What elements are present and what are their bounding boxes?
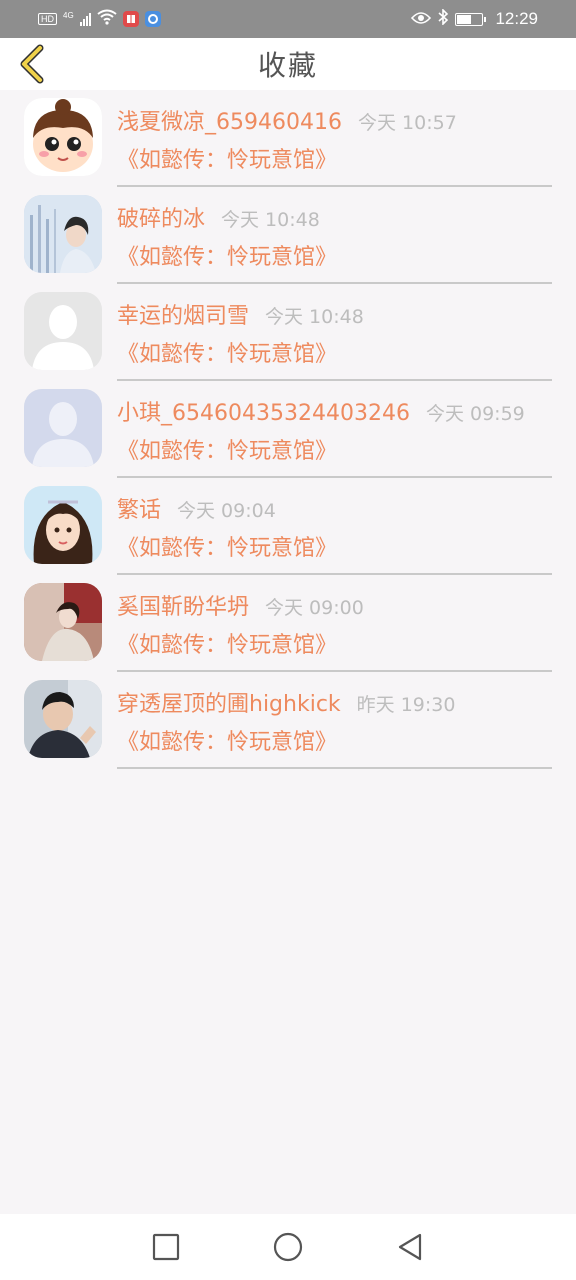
book-app-icon	[122, 11, 139, 27]
home-button[interactable]	[271, 1230, 305, 1264]
timestamp: 今天 09:04	[177, 500, 276, 522]
list-item[interactable]: 幸运的烟司雪 今天 10:48 《如懿传：怜玩意馆》	[0, 284, 576, 381]
user-name[interactable]: 破碎的冰	[117, 201, 205, 233]
item-text: 繁话 今天 09:04 《如懿传：怜玩意馆》	[117, 492, 552, 562]
recent-apps-button[interactable]	[149, 1230, 183, 1264]
hd-indicator: HD	[38, 13, 57, 25]
list-item[interactable]: 穿透屋顶的圃highkick 昨天 19:30 《如懿传：怜玩意馆》	[0, 672, 576, 769]
system-back-button[interactable]	[393, 1230, 427, 1264]
item-text: 破碎的冰 今天 10:48 《如懿传：怜玩意馆》	[117, 201, 552, 271]
item-header: 浅夏微凉_659460416 今天 10:57	[117, 104, 552, 136]
clock: 12:29	[495, 9, 538, 28]
item-text: 浅夏微凉_659460416 今天 10:57 《如懿传：怜玩意馆》	[117, 104, 552, 174]
book-title[interactable]: 《如懿传：怜玩意馆》	[117, 627, 552, 659]
user-name[interactable]: 幸运的烟司雪	[117, 298, 249, 330]
back-button[interactable]	[10, 42, 54, 86]
timestamp: 今天 09:00	[265, 597, 364, 619]
square-icon	[152, 1233, 180, 1261]
costume-painting-avatar[interactable]	[24, 583, 102, 661]
circle-icon	[273, 1232, 303, 1262]
illustrated-girl-avatar[interactable]	[24, 486, 102, 564]
item-header: 奚国靳盼华坍 今天 09:00	[117, 589, 552, 621]
item-text: 穿透屋顶的圃highkick 昨天 19:30 《如懿传：怜玩意馆》	[117, 686, 552, 756]
triangle-back-icon	[398, 1233, 422, 1261]
user-name[interactable]: 繁话	[117, 492, 161, 524]
eye-icon	[411, 10, 432, 29]
user-name[interactable]: 奚国靳盼华坍	[117, 589, 249, 621]
wifi-icon	[97, 9, 117, 29]
list-item[interactable]: 繁话 今天 09:04 《如懿传：怜玩意馆》	[0, 478, 576, 575]
item-header: 繁话 今天 09:04	[117, 492, 552, 524]
book-title[interactable]: 《如懿传：怜玩意馆》	[117, 336, 552, 368]
cartoon-girl-avatar[interactable]	[24, 98, 102, 176]
status-right: 12:29	[411, 8, 538, 29]
user-name[interactable]: 穿透屋顶的圃highkick	[117, 686, 341, 718]
timestamp: 今天 10:48	[265, 306, 364, 328]
item-text: 小琪_65460435324403246 今天 09:59 《如懿传：怜玩意馆》	[117, 395, 552, 465]
list-item[interactable]: 小琪_65460435324403246 今天 09:59 《如懿传：怜玩意馆》	[0, 381, 576, 478]
man-photo-avatar[interactable]	[24, 680, 102, 758]
status-left: HD 4G	[38, 9, 161, 29]
divider	[117, 767, 552, 769]
item-header: 破碎的冰 今天 10:48	[117, 201, 552, 233]
system-nav-bar	[0, 1214, 576, 1280]
network-type: 4G	[63, 11, 74, 20]
costume-photo-avatar[interactable]	[24, 195, 102, 273]
list-item[interactable]: 浅夏微凉_659460416 今天 10:57 《如懿传：怜玩意馆》	[0, 90, 576, 187]
book-title[interactable]: 《如懿传：怜玩意馆》	[117, 433, 552, 465]
user-name[interactable]: 小琪_65460435324403246	[117, 395, 410, 427]
page-title: 收藏	[257, 49, 318, 82]
timestamp: 今天 09:59	[425, 403, 525, 425]
timestamp: 昨天 19:30	[356, 694, 456, 716]
book-title[interactable]: 《如懿传：怜玩意馆》	[117, 142, 552, 174]
timestamp: 今天 10:57	[357, 112, 457, 134]
user-name[interactable]: 浅夏微凉_659460416	[117, 104, 342, 136]
favorites-list: 浅夏微凉_659460416 今天 10:57 《如懿传：怜玩意馆》 破碎的冰 …	[0, 90, 576, 769]
default-gray-avatar[interactable]	[24, 292, 102, 370]
battery-icon	[455, 12, 487, 26]
default-blue-avatar[interactable]	[24, 389, 102, 467]
item-header: 小琪_65460435324403246 今天 09:59	[117, 395, 552, 427]
book-title[interactable]: 《如懿传：怜玩意馆》	[117, 530, 552, 562]
list-item[interactable]: 破碎的冰 今天 10:48 《如懿传：怜玩意馆》	[0, 187, 576, 284]
book-title[interactable]: 《如懿传：怜玩意馆》	[117, 724, 552, 756]
timestamp: 今天 10:48	[221, 209, 320, 231]
status-bar: HD 4G 12:29	[0, 0, 576, 38]
header: 收藏	[0, 38, 576, 90]
bluetooth-icon	[437, 8, 449, 29]
item-header: 幸运的烟司雪 今天 10:48	[117, 298, 552, 330]
item-text: 奚国靳盼华坍 今天 09:00 《如懿传：怜玩意馆》	[117, 589, 552, 659]
browser-app-icon	[144, 11, 161, 27]
list-item[interactable]: 奚国靳盼华坍 今天 09:00 《如懿传：怜玩意馆》	[0, 575, 576, 672]
signal-icon	[79, 12, 91, 26]
item-header: 穿透屋顶的圃highkick 昨天 19:30	[117, 686, 552, 718]
chevron-left-icon	[20, 44, 44, 84]
item-text: 幸运的烟司雪 今天 10:48 《如懿传：怜玩意馆》	[117, 298, 552, 368]
book-title[interactable]: 《如懿传：怜玩意馆》	[117, 239, 552, 271]
